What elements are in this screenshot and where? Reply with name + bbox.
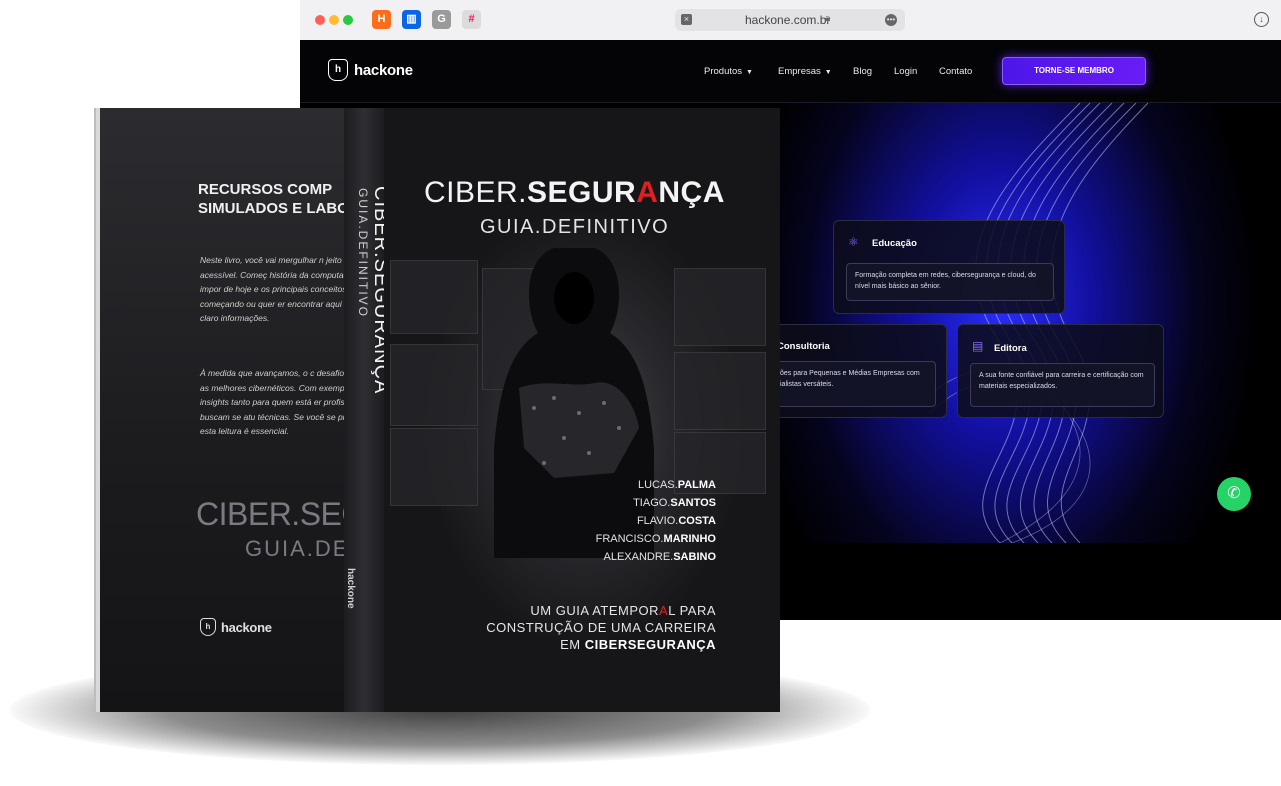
address-bar[interactable]: × hackone.com.br 🔒︎ •••: [675, 9, 905, 31]
author-first: FRANCISCO.: [595, 533, 664, 545]
page-icon: ×: [681, 14, 692, 25]
author-last: PALMA: [677, 479, 716, 491]
tagline-line-1: UM GUIA ATEMPORAL PARA: [486, 602, 716, 619]
author-last: MARINHO: [663, 533, 716, 545]
book-icon: ▤: [972, 339, 984, 353]
trello-icon[interactable]: ▥: [402, 10, 421, 29]
author: FRANCISCO.MARINHO: [596, 530, 716, 548]
front-cover-subtitle: GUIA.DEFINITIVO: [480, 216, 670, 238]
nav-contato[interactable]: Contato: [939, 66, 972, 77]
author-list: LUCAS.PALMA TIAGO.SANTOS FLAVIO.COSTA FR…: [596, 476, 716, 566]
author-first: FLAVIO.: [636, 515, 679, 527]
card-educacao[interactable]: ⚛ Educação Formação completa em redes, c…: [833, 220, 1065, 314]
book-back-cover: RECURSOS COMP SIMULADOS E LABO Neste liv…: [100, 108, 389, 712]
tagline-part: L PARA: [668, 603, 716, 618]
author: TIAGO.SANTOS: [596, 494, 716, 512]
whatsapp-icon: ✆: [1227, 485, 1241, 502]
minimize-window-button[interactable]: [329, 15, 339, 25]
cover-screen: [674, 268, 766, 346]
front-title-part: NÇA: [658, 176, 725, 209]
grammarly-icon[interactable]: G: [432, 10, 451, 29]
back-logo-text: hackone: [221, 619, 272, 635]
card-consultoria[interactable]: Consultoria ões para Pequenas e Médias E…: [770, 324, 947, 418]
card-educacao-title: Educação: [872, 238, 917, 249]
more-icon[interactable]: •••: [885, 14, 897, 26]
card-editora-body: A sua fonte confiável para carreira e ce…: [970, 363, 1155, 407]
author: LUCAS.PALMA: [596, 476, 716, 494]
nav-login[interactable]: Login: [894, 66, 917, 77]
cover-screen: [390, 260, 478, 334]
cover-screen: [390, 428, 478, 506]
download-icon[interactable]: ↓: [1254, 12, 1269, 27]
site-navbar: h hackone Produtos ▼ Empresas ▼ Blog Login…: [300, 40, 1281, 103]
cover-screen: [390, 344, 478, 426]
front-title-red-letter: A: [636, 176, 659, 209]
caret-down-icon: ▼: [824, 69, 832, 76]
author: FLAVIO.COSTA: [596, 512, 716, 530]
hackone-logo-icon: h: [200, 618, 216, 636]
whatsapp-button[interactable]: ✆: [1217, 477, 1251, 511]
author-first: ALEXANDRE.: [603, 551, 674, 563]
tagline-part: EM: [560, 637, 585, 652]
card-educacao-body: Formação completa em redes, ciberseguran…: [846, 263, 1054, 301]
front-title-part: CIBER.: [424, 176, 528, 209]
tagline-line-2: CONSTRUÇÃO DE UMA CARREIRA: [486, 620, 716, 635]
site-logo-text: hackone: [354, 61, 413, 79]
nav-empresas[interactable]: Empresas ▼: [778, 66, 832, 77]
hackernews-icon[interactable]: H: [372, 10, 391, 29]
caret-down-icon: ▼: [746, 69, 753, 76]
author-first: TIAGO.: [633, 497, 671, 509]
card-editora-title: Editora: [994, 343, 1027, 354]
card-consultoria-body: ões para Pequenas e Médias Empresas com …: [771, 361, 936, 407]
lock-icon: 🔒︎: [825, 13, 831, 24]
card-consultoria-title: Consultoria: [777, 341, 830, 352]
front-title-part: SEGUR: [527, 176, 637, 209]
nav-empresas-label: Empresas: [778, 66, 821, 77]
back-cover-logo: h hackone: [200, 618, 272, 636]
education-icon: ⚛: [848, 235, 859, 249]
browser-titlebar: H ▥ G # × hackone.com.br 🔒︎ ••• ↓: [300, 0, 1281, 41]
author-last: COSTA: [678, 515, 716, 527]
author-last: SABINO: [673, 551, 716, 563]
book-spine: CIBER.SEGURANÇA GUIA.DEFINITIVO hackone: [344, 108, 392, 712]
tagline-line-3: EM CIBERSEGURANÇA: [486, 636, 716, 653]
front-cover-title: CIBER.SEGURANÇA: [424, 176, 725, 210]
author: ALEXANDRE.SABINO: [596, 548, 716, 566]
author-last: SANTOS: [670, 497, 716, 509]
url-text: hackone.com.br: [745, 13, 831, 27]
author-first: LUCAS.: [637, 479, 678, 491]
card-editora[interactable]: ▤ Editora A sua fonte confiável para car…: [957, 324, 1164, 418]
tagline-red-letter: A: [659, 603, 669, 618]
maximize-window-button[interactable]: [343, 15, 353, 25]
nav-blog[interactable]: Blog: [853, 66, 872, 77]
site-logo[interactable]: h hackone: [328, 59, 413, 81]
back-cover-title: CIBER.SEG: [196, 496, 366, 532]
spine-logo: hackone: [345, 568, 356, 609]
cover-screen: [674, 352, 766, 430]
tagline-part: CIBERSEGURANÇA: [584, 637, 716, 652]
hackone-logo-icon: h: [328, 59, 348, 81]
become-member-button[interactable]: TORNE-SE MEMBRO: [1002, 57, 1146, 85]
tagline-part: UM GUIA ATEMPOR: [530, 603, 660, 618]
spine-subtitle: GUIA.DEFINITIVO: [356, 188, 370, 319]
nav-produtos[interactable]: Produtos ▼: [704, 66, 753, 77]
book-front-cover: CIBER.SEGURANÇA GUIA.DEFINITIVO LUCAS.PA…: [384, 108, 780, 712]
front-cover-tagline: UM GUIA ATEMPORAL PARA CONSTRUÇÃO DE UMA…: [486, 602, 716, 653]
nav-produtos-label: Produtos: [704, 66, 743, 77]
slack-icon[interactable]: #: [462, 10, 481, 29]
close-window-button[interactable]: [315, 15, 325, 25]
